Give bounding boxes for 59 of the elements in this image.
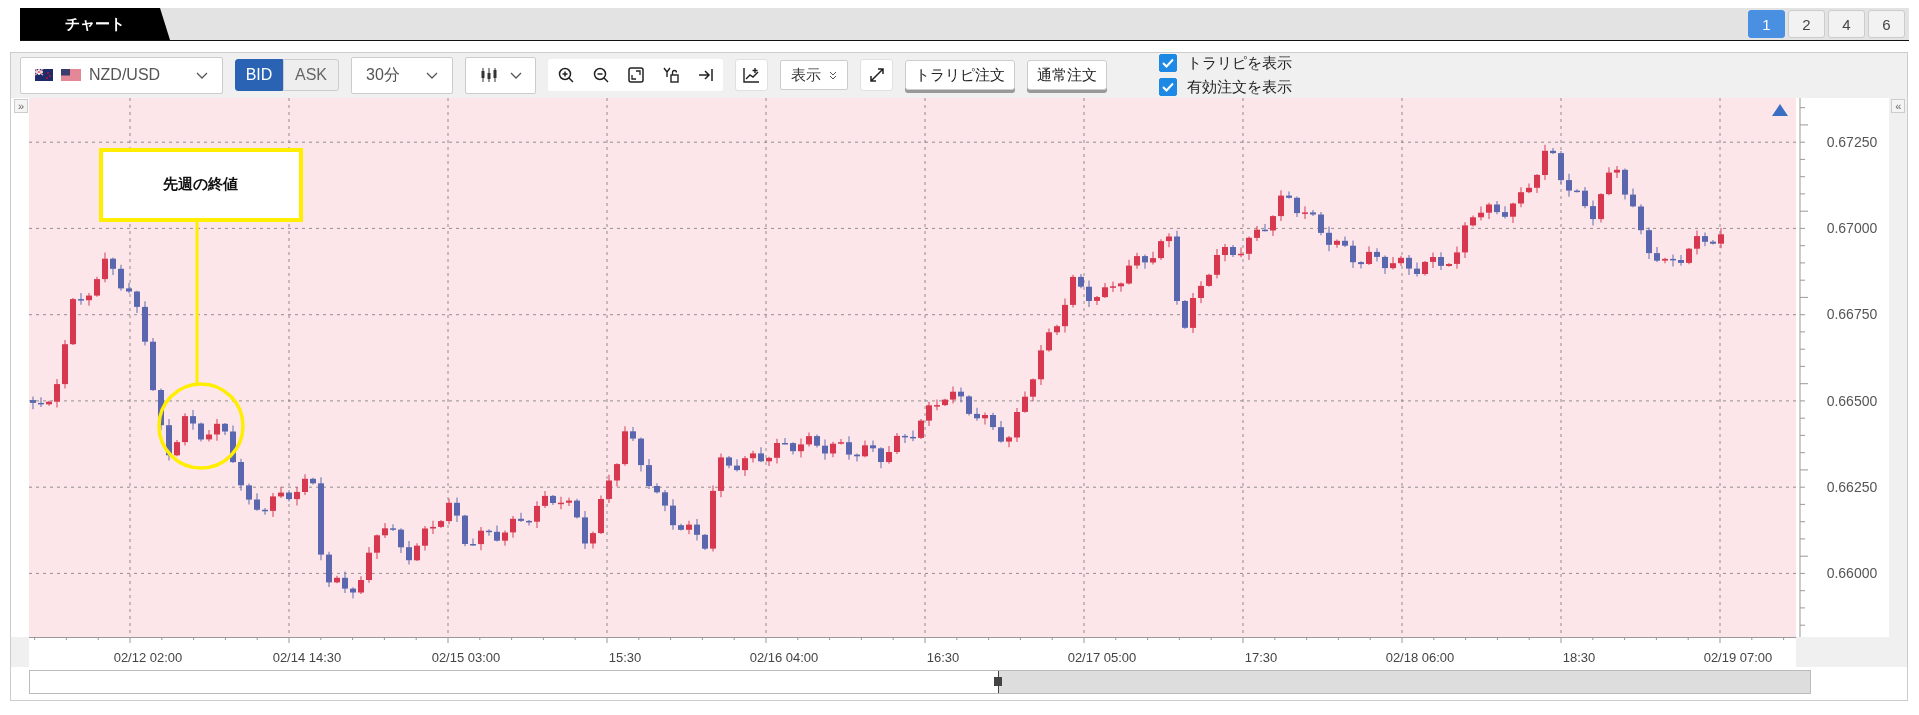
- expand-toggle[interactable]: »: [14, 98, 28, 113]
- scrollbar-track[interactable]: [29, 669, 1811, 694]
- price-side-toggle[interactable]: ASK: [283, 59, 339, 92]
- expand-arrows-icon: [868, 67, 885, 84]
- triangle-marker-icon: [1771, 103, 1788, 116]
- add-indicator-button[interactable]: [735, 59, 768, 92]
- currency-pair-dropdown[interactable]: NZD/USD: [20, 56, 223, 94]
- y-axis-label: 0.67250: [1826, 133, 1878, 150]
- candlestick-icon: [479, 67, 498, 84]
- chevron-down-icon: [426, 71, 438, 79]
- x-axis-label: 02/18 06:00: [1384, 649, 1456, 665]
- y-axis-label: 0.66750: [1826, 306, 1878, 323]
- x-axis-label: 15:30: [607, 649, 643, 665]
- x-axis-label: 02/16 04:00: [748, 649, 820, 665]
- x-axis-label: 02/12 02:00: [112, 649, 184, 665]
- flag-icon: [61, 69, 81, 82]
- fullscreen-button[interactable]: [860, 59, 893, 92]
- y-axis-lock-icon: [662, 67, 679, 84]
- order-button[interactable]: トラリピ注文: [905, 60, 1015, 91]
- scroll-handle[interactable]: [994, 676, 1002, 686]
- price-side-toggle[interactable]: BID: [235, 59, 283, 92]
- double-chevron-icon: [829, 70, 837, 80]
- y-axis-label: 0.67000: [1826, 220, 1878, 237]
- y-axis-label: 0.66250: [1826, 478, 1878, 495]
- x-axis-label: 17:30: [1243, 649, 1279, 665]
- zoom-out-icon: [592, 67, 609, 84]
- x-axis-label: 02/15 03:00: [430, 649, 502, 665]
- chart-tab[interactable]: チャート: [20, 8, 170, 40]
- checkbox[interactable]: [1159, 78, 1177, 97]
- layout-button[interactable]: 6: [1868, 10, 1905, 38]
- checkbox-label: トラリピを表示: [1187, 53, 1292, 73]
- order-button[interactable]: 通常注文: [1027, 60, 1107, 91]
- x-axis-label: 02/17 05:00: [1066, 649, 1138, 665]
- zoom-in-icon: [557, 67, 574, 84]
- scrollbar-thumb[interactable]: [998, 670, 1810, 693]
- timeframe-dropdown[interactable]: 30分: [351, 56, 453, 94]
- x-axis-label: 02/19 07:00: [1702, 649, 1774, 665]
- y-axis-label: 0.66000: [1826, 565, 1878, 582]
- layout-button[interactable]: 2: [1788, 10, 1825, 38]
- flag-icon: [35, 69, 53, 82]
- x-axis-label: 02/14 14:30: [271, 649, 343, 665]
- checkbox[interactable]: [1159, 54, 1177, 73]
- checkbox-label: 有効注文を表示: [1187, 77, 1292, 97]
- currency-pair-label: NZD/USD: [89, 66, 162, 85]
- chart-type-dropdown[interactable]: [465, 56, 536, 94]
- jump-to-end-icon: [697, 67, 714, 84]
- callout-label: 先週の終値: [163, 175, 239, 195]
- collapse-toggle[interactable]: «: [1891, 98, 1906, 113]
- y-axis-label: 0.66500: [1826, 392, 1878, 409]
- layout-button[interactable]: 4: [1828, 10, 1865, 38]
- chevron-down-icon: [196, 71, 208, 79]
- chevron-down-icon: [509, 71, 522, 79]
- fit-screen-icon: [627, 67, 644, 84]
- line-chart-plus-icon: [743, 67, 760, 84]
- timeframe-label: 30分: [366, 64, 400, 85]
- display-dropdown[interactable]: 表示: [780, 60, 848, 91]
- x-axis-label: 16:30: [925, 649, 961, 665]
- display-label: 表示: [791, 65, 821, 85]
- x-axis-label: 18:30: [1561, 649, 1597, 665]
